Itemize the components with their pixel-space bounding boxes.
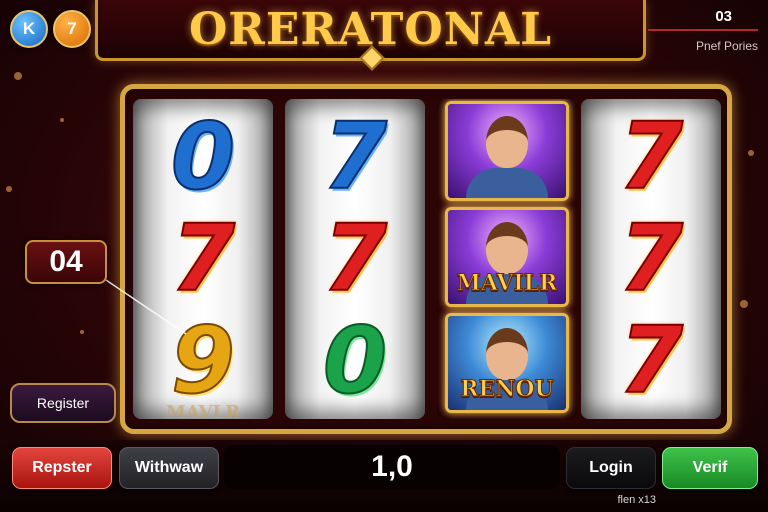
login-button[interactable]: Login [566, 447, 656, 489]
reel-cell: 7 [581, 107, 721, 207]
symbol-seven: 7 [170, 205, 236, 312]
symbol-seven: 7 [618, 307, 684, 414]
k-badge-icon[interactable]: K [10, 10, 48, 48]
portrait-card: RENOU [445, 313, 569, 413]
register-button[interactable]: Register [10, 383, 116, 423]
portrait-face [486, 116, 528, 168]
counter-value: 03 [715, 8, 732, 25]
line-callout: 04 [25, 240, 107, 284]
symbol-seven: 7 [322, 205, 388, 312]
portrait-shoulders [466, 168, 548, 198]
reel-cell: 0 [285, 311, 425, 411]
reel-cell: 7 [285, 209, 425, 309]
reel-cell: 7 [285, 107, 425, 207]
reel-1: 0 7 9 MAVLR [133, 99, 273, 419]
card-name: RENOU [460, 376, 555, 403]
reel-2: 7 7 0 [285, 99, 425, 419]
counter-panel: 03 Pnef Pories [648, 8, 758, 53]
verif-button[interactable]: Verif [662, 447, 758, 489]
partial-symbol: MAVLR [165, 402, 241, 419]
portrait-card: MAVILR [445, 207, 569, 307]
sparkle [80, 330, 84, 334]
withdraw-button[interactable]: Withwaw [119, 447, 219, 489]
card-name: MAVILR [456, 270, 558, 297]
sparkle [60, 118, 64, 122]
sparkle [748, 150, 754, 156]
symbol-seven: 7 [618, 205, 684, 312]
sparkle [14, 72, 22, 80]
reel-cell: 9 [133, 311, 273, 411]
symbol-nine: 9 [170, 307, 236, 414]
sparkle [6, 186, 12, 192]
reel-cell: 7 [581, 209, 721, 309]
reel-cell: 0 [133, 107, 273, 207]
repster-button[interactable]: Repster [12, 447, 112, 489]
reel-frame: 0 7 9 MAVLR 7 7 0 MAVILR RENOU 7 7 7 [120, 84, 732, 434]
footer-text: flen x13 [617, 494, 656, 506]
symbol-zero: 0 [322, 307, 388, 414]
symbol-zero: 0 [170, 103, 236, 210]
seven-badge-icon[interactable]: 7 [53, 10, 91, 48]
amount-display: 1,0 [224, 445, 560, 489]
reel-3: MAVILR RENOU [437, 99, 577, 419]
counter-divider [648, 29, 758, 31]
title-banner: ORERATONAL [95, 0, 646, 71]
symbol-seven: 7 [322, 103, 388, 210]
portrait-card [445, 101, 569, 201]
reel-cell: 7 [581, 311, 721, 411]
counter-label: Pnef Pories [695, 39, 758, 53]
symbol-seven: 7 [618, 103, 684, 210]
reel-cell: 7 [133, 209, 273, 309]
reel-4: 7 7 7 [581, 99, 721, 419]
sparkle [740, 300, 748, 308]
portrait-face [486, 222, 528, 274]
portrait-face [486, 328, 528, 380]
